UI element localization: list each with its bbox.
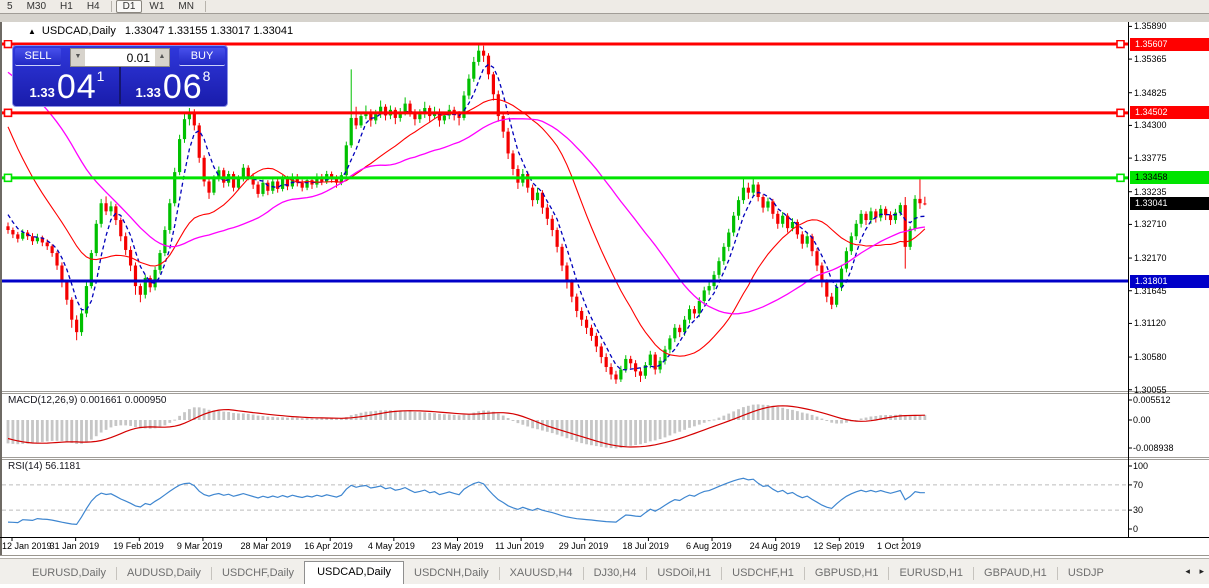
sell-price-small: 1.33 bbox=[30, 85, 55, 100]
symbol-tab-bar: EURUSD,DailyAUDUSD,DailyUSDCHF,DailyUSDC… bbox=[0, 558, 1209, 584]
toolbar-separator bbox=[205, 1, 206, 12]
chart-tab-audusd-daily[interactable]: AUDUSD,Daily bbox=[117, 563, 211, 584]
volume-increase-button[interactable]: ▲ bbox=[155, 49, 169, 66]
chart-tab-usdchf-daily[interactable]: USDCHF,Daily bbox=[212, 563, 304, 584]
chart-ohlc-values: 1.33047 1.33155 1.33017 1.33041 bbox=[125, 25, 293, 37]
chart-tab-usdjp[interactable]: USDJP bbox=[1058, 563, 1114, 584]
rsi-name: RSI(14) bbox=[8, 461, 42, 472]
timeframe-button-d1[interactable]: D1 bbox=[116, 0, 143, 13]
timeframe-button-m30[interactable]: M30 bbox=[20, 0, 53, 13]
one-click-trading-panel: SELL ▼ ▲ BUY 1.33 04 1 1.33 06 8 bbox=[12, 45, 228, 107]
tab-scroll-arrows: ◂ ▸ bbox=[1178, 566, 1204, 577]
buy-price-small: 1.33 bbox=[136, 85, 161, 100]
chart-tab-eurusd-h1[interactable]: EURUSD,H1 bbox=[889, 563, 973, 584]
tab-scroll-left-icon[interactable]: ◂ bbox=[1185, 566, 1190, 576]
sell-button[interactable]: SELL bbox=[15, 48, 61, 66]
chart-tab-xauusd-h4[interactable]: XAUUSD,H4 bbox=[500, 563, 583, 584]
buy-button[interactable]: BUY bbox=[179, 48, 225, 66]
timeframe-toolbar: 5M30H1H4 D1W1MN bbox=[0, 0, 1209, 14]
toolbar-separator bbox=[111, 1, 112, 12]
macd-indicator-label: MACD(12,26,9) 0.001661 0.000950 bbox=[8, 395, 166, 406]
buy-price-display[interactable]: 1.33 06 8 bbox=[121, 67, 225, 104]
chart-tab-usdchf-h1[interactable]: USDCHF,H1 bbox=[722, 563, 804, 584]
chart-tab-usdcnh-daily[interactable]: USDCNH,Daily bbox=[404, 563, 499, 584]
rsi-indicator-label: RSI(14) 56.1181 bbox=[8, 461, 81, 472]
chart-tab-usdcad-daily[interactable]: USDCAD,Daily bbox=[304, 561, 404, 584]
sell-price-sup: 1 bbox=[97, 68, 105, 84]
chart-title-bar: ▲ USDCAD,Daily 1.33047 1.33155 1.33017 1.3… bbox=[2, 22, 1126, 40]
rsi-value: 56.1181 bbox=[45, 461, 80, 472]
collapse-triangle-icon[interactable]: ▲ bbox=[28, 27, 36, 36]
buy-price-big: 06 bbox=[163, 71, 203, 104]
sell-price-big: 04 bbox=[57, 71, 97, 104]
chart-tab-gbpaud-h1[interactable]: GBPAUD,H1 bbox=[974, 563, 1057, 584]
volume-input[interactable] bbox=[85, 49, 155, 66]
volume-decrease-button[interactable]: ▼ bbox=[71, 49, 85, 66]
chart-tab-usdoil-h1[interactable]: USDOil,H1 bbox=[647, 563, 721, 584]
chart-tab-eurusd-daily[interactable]: EURUSD,Daily bbox=[22, 563, 116, 584]
chart-tab-dj30-h4[interactable]: DJ30,H4 bbox=[584, 563, 647, 584]
macd-name: MACD(12,26,9) bbox=[8, 395, 77, 406]
timeframe-button-mn[interactable]: MN bbox=[171, 0, 201, 13]
macd-main-value: 0.001661 bbox=[80, 395, 122, 406]
timeframe-button-5[interactable]: 5 bbox=[0, 0, 20, 13]
tab-scroll-right-icon[interactable]: ▸ bbox=[1199, 566, 1204, 576]
buy-price-sup: 8 bbox=[203, 68, 211, 84]
volume-spinner: ▼ ▲ bbox=[70, 48, 170, 67]
chart-title: USDCAD,Daily bbox=[42, 25, 116, 37]
macd-signal-value: 0.000950 bbox=[125, 395, 167, 406]
sell-price-display[interactable]: 1.33 04 1 bbox=[15, 67, 121, 104]
timeframe-button-h1[interactable]: H1 bbox=[53, 0, 80, 13]
timeframe-button-w1[interactable]: W1 bbox=[142, 0, 171, 13]
chart-tab-gbpusd-h1[interactable]: GBPUSD,H1 bbox=[805, 563, 889, 584]
timeframe-button-h4[interactable]: H4 bbox=[80, 0, 107, 13]
window-frame bbox=[0, 14, 1209, 22]
